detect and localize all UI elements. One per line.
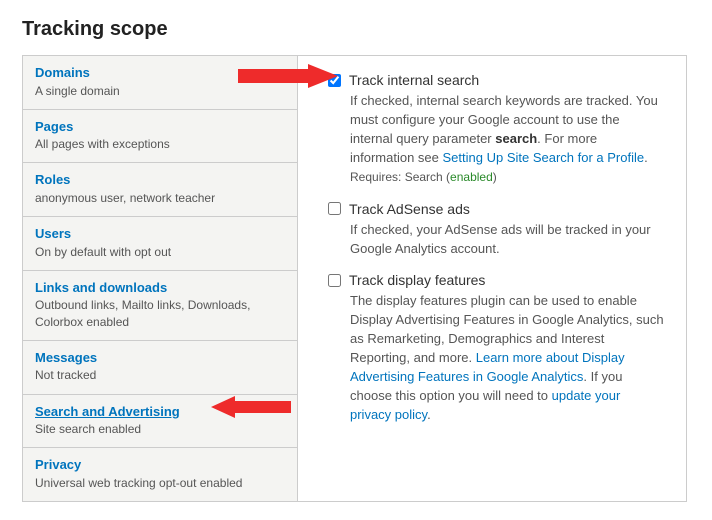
option-description: If checked, your AdSense ads will be tra… [350, 221, 664, 259]
sidebar-item-title: Links and downloads [35, 279, 285, 297]
sidebar-item-domains[interactable]: Domains A single domain [23, 56, 297, 110]
sidebar-item-sub: Site search enabled [35, 421, 285, 437]
sidebar-item-title: Privacy [35, 456, 285, 474]
sidebar-item-sub: Outbound links, Mailto links, Downloads,… [35, 297, 285, 329]
option-label: Track internal search [349, 72, 479, 88]
sidebar-item-privacy[interactable]: Privacy Universal web tracking opt-out e… [23, 448, 297, 501]
sidebar-item-pages[interactable]: Pages All pages with exceptions [23, 110, 297, 164]
option-track-adsense: Track AdSense ads If checked, your AdSen… [328, 201, 664, 259]
option-description: If checked, internal search keywords are… [350, 92, 664, 187]
sidebar-item-sub: Not tracked [35, 367, 285, 383]
sidebar-item-sub: Universal web tracking opt-out enabled [35, 475, 285, 491]
sidebar-item-title: Users [35, 225, 285, 243]
sidebar-item-title: Pages [35, 118, 285, 136]
sidebar-item-sub: A single domain [35, 83, 285, 99]
link-site-search-profile[interactable]: Setting Up Site Search for a Profile [443, 150, 645, 165]
sidebar-item-search-advertising[interactable]: Search and Advertising Site search enabl… [23, 395, 297, 449]
sidebar-item-roles[interactable]: Roles anonymous user, network teacher [23, 163, 297, 217]
sidebar-item-title: Domains [35, 64, 285, 82]
sidebar-item-messages[interactable]: Messages Not tracked [23, 341, 297, 395]
checkbox-track-internal-search[interactable] [328, 74, 341, 87]
option-description: The display features plugin can be used … [350, 292, 664, 424]
sidebar-item-sub: anonymous user, network teacher [35, 190, 285, 206]
sidebar: Domains A single domain Pages All pages … [23, 56, 298, 501]
sidebar-item-users[interactable]: Users On by default with opt out [23, 217, 297, 271]
requires-line: Requires: Search (enabled) [350, 169, 664, 186]
option-track-internal-search: Track internal search If checked, intern… [328, 72, 664, 187]
sidebar-item-title: Roles [35, 171, 285, 189]
sidebar-item-title: Search and Advertising [35, 403, 285, 421]
page-title: Tracking scope [22, 18, 690, 41]
checkbox-track-adsense[interactable] [328, 202, 341, 215]
settings-panel: Domains A single domain Pages All pages … [22, 55, 687, 502]
sidebar-item-title: Messages [35, 349, 285, 367]
option-track-display-features: Track display features The display featu… [328, 272, 664, 424]
checkbox-track-display-features[interactable] [328, 274, 341, 287]
sidebar-item-links-downloads[interactable]: Links and downloads Outbound links, Mail… [23, 271, 297, 341]
option-label: Track AdSense ads [349, 201, 470, 217]
content-pane: Track internal search If checked, intern… [298, 56, 686, 501]
sidebar-item-sub: On by default with opt out [35, 244, 285, 260]
sidebar-item-sub: All pages with exceptions [35, 136, 285, 152]
option-label: Track display features [349, 272, 485, 288]
